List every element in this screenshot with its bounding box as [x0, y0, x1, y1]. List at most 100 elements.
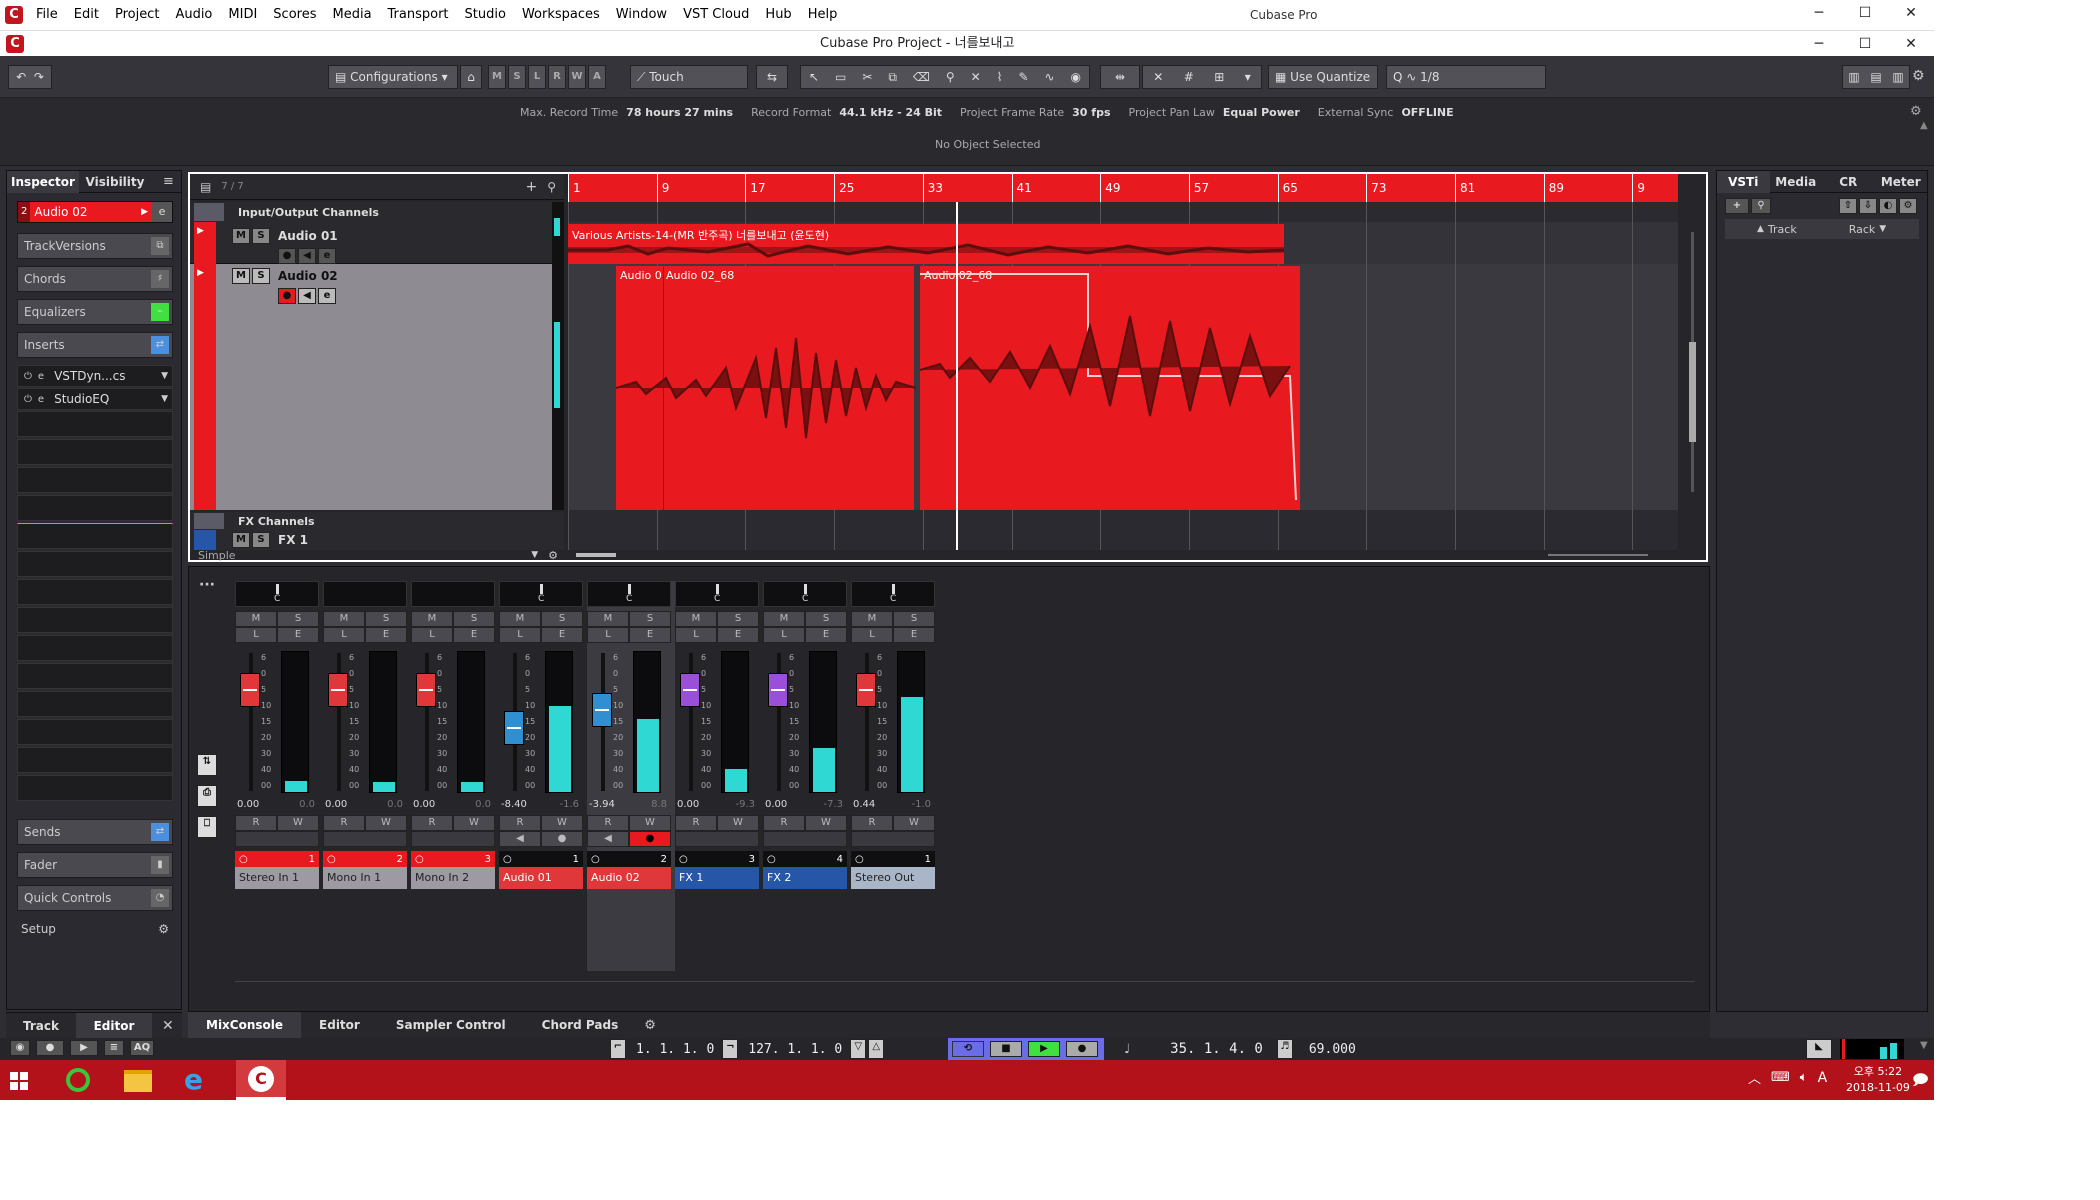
channel-solo-button[interactable]: S — [453, 611, 495, 627]
empty-insert-slot[interactable] — [17, 523, 173, 549]
empty-insert-slot[interactable] — [17, 467, 173, 493]
menu-file[interactable]: File — [28, 0, 66, 30]
rack-down-icon[interactable]: ⇩ — [1859, 198, 1877, 214]
tab-mixconsole[interactable]: MixConsole — [188, 1012, 302, 1038]
minimize-icon[interactable]: ─ — [1796, 0, 1842, 26]
menu-media[interactable]: Media — [324, 0, 379, 30]
range-tool-icon[interactable]: ▭ — [835, 70, 846, 84]
erase-tool-icon[interactable]: ⌫ — [913, 70, 930, 84]
inspector-section-sends[interactable]: Sends ⇄ — [17, 819, 173, 845]
inspector-section-fader[interactable]: Fader ▮ — [17, 852, 173, 878]
channel-edit-button[interactable]: E — [453, 627, 495, 643]
inspector-section-trackversions[interactable]: TrackVersions ⧉ — [17, 233, 173, 259]
channel-mute-button[interactable]: M — [235, 611, 277, 627]
horizontal-scrollbar[interactable] — [568, 550, 1678, 560]
fader-value[interactable]: 0.00 — [237, 799, 259, 810]
menu-audio[interactable]: Audio — [167, 0, 220, 30]
internet-explorer-icon[interactable]: e — [184, 1066, 203, 1094]
cubase-logo-icon[interactable]: C — [0, 0, 28, 30]
empty-insert-slot[interactable] — [17, 607, 173, 633]
write-automation-button[interactable]: W — [629, 815, 671, 831]
channel-mute-button[interactable]: M — [587, 611, 629, 627]
glue-tool-icon[interactable]: ⧉ — [888, 70, 897, 85]
channel-routing-row[interactable]: ○ 2 — [587, 851, 671, 867]
mixer-options-icon[interactable]: ··· — [199, 577, 215, 593]
inspector-track-header[interactable]: 2 Audio 02 ▶ e — [17, 201, 173, 223]
channel-solo-button[interactable]: S — [541, 611, 583, 627]
setup-gear-icon[interactable]: ⚙ — [158, 922, 169, 936]
metronome-icon[interactable]: ♬ — [1276, 1039, 1293, 1059]
empty-insert-slot[interactable] — [17, 663, 173, 689]
channel-name[interactable]: Mono In 1 — [323, 867, 407, 889]
record-icon[interactable]: ● — [1066, 1041, 1098, 1057]
insert-edit-icon[interactable]: e — [38, 394, 44, 405]
tab-cr[interactable]: CR — [1822, 171, 1875, 193]
layout-right-icon[interactable]: ▥ — [1892, 70, 1903, 84]
channel-fader[interactable] — [592, 693, 612, 727]
punch-in-icon[interactable]: ▽ — [850, 1039, 867, 1059]
solo-button[interactable]: S — [252, 532, 270, 548]
redo-icon[interactable]: ↷ — [34, 70, 44, 84]
empty-insert-slot[interactable] — [17, 747, 173, 773]
peak-value[interactable]: 0.0 — [299, 799, 315, 810]
track-audio-02[interactable]: ▶ MS Audio 02 ● ◀ e — [190, 264, 564, 510]
tab-media[interactable]: Media — [1770, 171, 1823, 193]
rack-rack-tab[interactable]: Rack — [1849, 223, 1876, 236]
equalizers-icon[interactable]: ⌁ — [151, 303, 169, 321]
write-automation-button[interactable]: W — [717, 815, 759, 831]
channel-routing-row[interactable]: ○ 3 — [411, 851, 495, 867]
left-locator-time[interactable]: 1. 1. 1. 0 — [636, 1042, 714, 1057]
monitor-button[interactable]: ◀ — [587, 831, 629, 847]
vertical-zoom-bar[interactable] — [1682, 202, 1704, 550]
track-list-settings-icon[interactable]: ⚙ — [548, 549, 558, 562]
channel-solo-button[interactable]: S — [893, 611, 935, 627]
tab-editor[interactable]: Editor — [301, 1012, 378, 1038]
grid-settings-icon[interactable]: ▾ — [1245, 70, 1251, 84]
menu-hub[interactable]: Hub — [757, 0, 799, 30]
channel-edit-button[interactable]: E — [805, 627, 847, 643]
pan-control[interactable]: C — [851, 581, 935, 607]
channel-routing-row[interactable]: ○ 3 — [675, 851, 759, 867]
record-enable-button[interactable]: ● — [278, 248, 296, 264]
channel-name[interactable]: FX 2 — [763, 867, 847, 889]
global-r-button[interactable]: R — [548, 65, 566, 89]
quantize-value-dropdown[interactable]: Q ∿ 1/8 — [1386, 65, 1546, 89]
channel-listen-button[interactable]: L — [411, 627, 453, 643]
menu-vst-cloud[interactable]: VST Cloud — [675, 0, 757, 30]
peak-value[interactable]: -7.3 — [823, 799, 843, 810]
insert-slot-2[interactable]: ⏻ e StudioEQ ▼ — [17, 388, 173, 410]
channel-routing-row[interactable]: ○ 2 — [323, 851, 407, 867]
channel-name[interactable]: Mono In 2 — [411, 867, 495, 889]
transport-record-mode-icon[interactable]: ◉ — [10, 1040, 30, 1056]
project-maximize-icon[interactable]: ☐ — [1842, 31, 1888, 57]
peak-value[interactable]: -1.6 — [559, 799, 579, 810]
empty-insert-slot[interactable] — [17, 439, 173, 465]
write-automation-button[interactable]: W — [453, 815, 495, 831]
read-automation-button[interactable]: R — [235, 815, 277, 831]
insert-slot-1[interactable]: ⏻ e VSTDyn...cs ▼ — [17, 365, 173, 387]
channel-mute-button[interactable]: M — [763, 611, 805, 627]
volume-icon[interactable]: 🔈︎ — [1800, 1070, 1808, 1085]
left-locator-icon[interactable]: ⌐ — [610, 1039, 626, 1059]
tab-visibility[interactable]: Visibility — [79, 171, 151, 193]
zoom-tool-icon[interactable]: ⚲ — [946, 70, 955, 84]
project-close-icon[interactable]: ✕ — [1888, 31, 1934, 57]
channel-listen-button[interactable]: L — [675, 627, 717, 643]
channel-routing-row[interactable]: ○ 4 — [763, 851, 847, 867]
menu-window[interactable]: Window — [608, 0, 675, 30]
inspector-setup[interactable]: Setup ⚙ — [17, 918, 173, 940]
channel-edit-button[interactable]: E — [717, 627, 759, 643]
peak-value[interactable]: 0.0 — [387, 799, 403, 810]
channel-mute-button[interactable]: M — [675, 611, 717, 627]
split-tool-icon[interactable]: ✂ — [862, 70, 872, 84]
channel-listen-button[interactable]: L — [323, 627, 365, 643]
channel-mute-button[interactable]: M — [323, 611, 365, 627]
project-minimize-icon[interactable]: ─ — [1796, 31, 1842, 57]
menu-studio[interactable]: Studio — [457, 0, 514, 30]
play-icon[interactable]: ▶ — [1028, 1041, 1060, 1057]
taskbar-clock[interactable]: 오후 5:22 2018-11-09 — [1846, 1064, 1910, 1096]
record-enable-button[interactable]: ● — [541, 831, 583, 847]
folder-track-fx[interactable]: FX Channels — [190, 512, 564, 530]
inspector-section-inserts[interactable]: Inserts ⇄ — [17, 332, 173, 358]
channel-fader[interactable] — [328, 673, 348, 707]
